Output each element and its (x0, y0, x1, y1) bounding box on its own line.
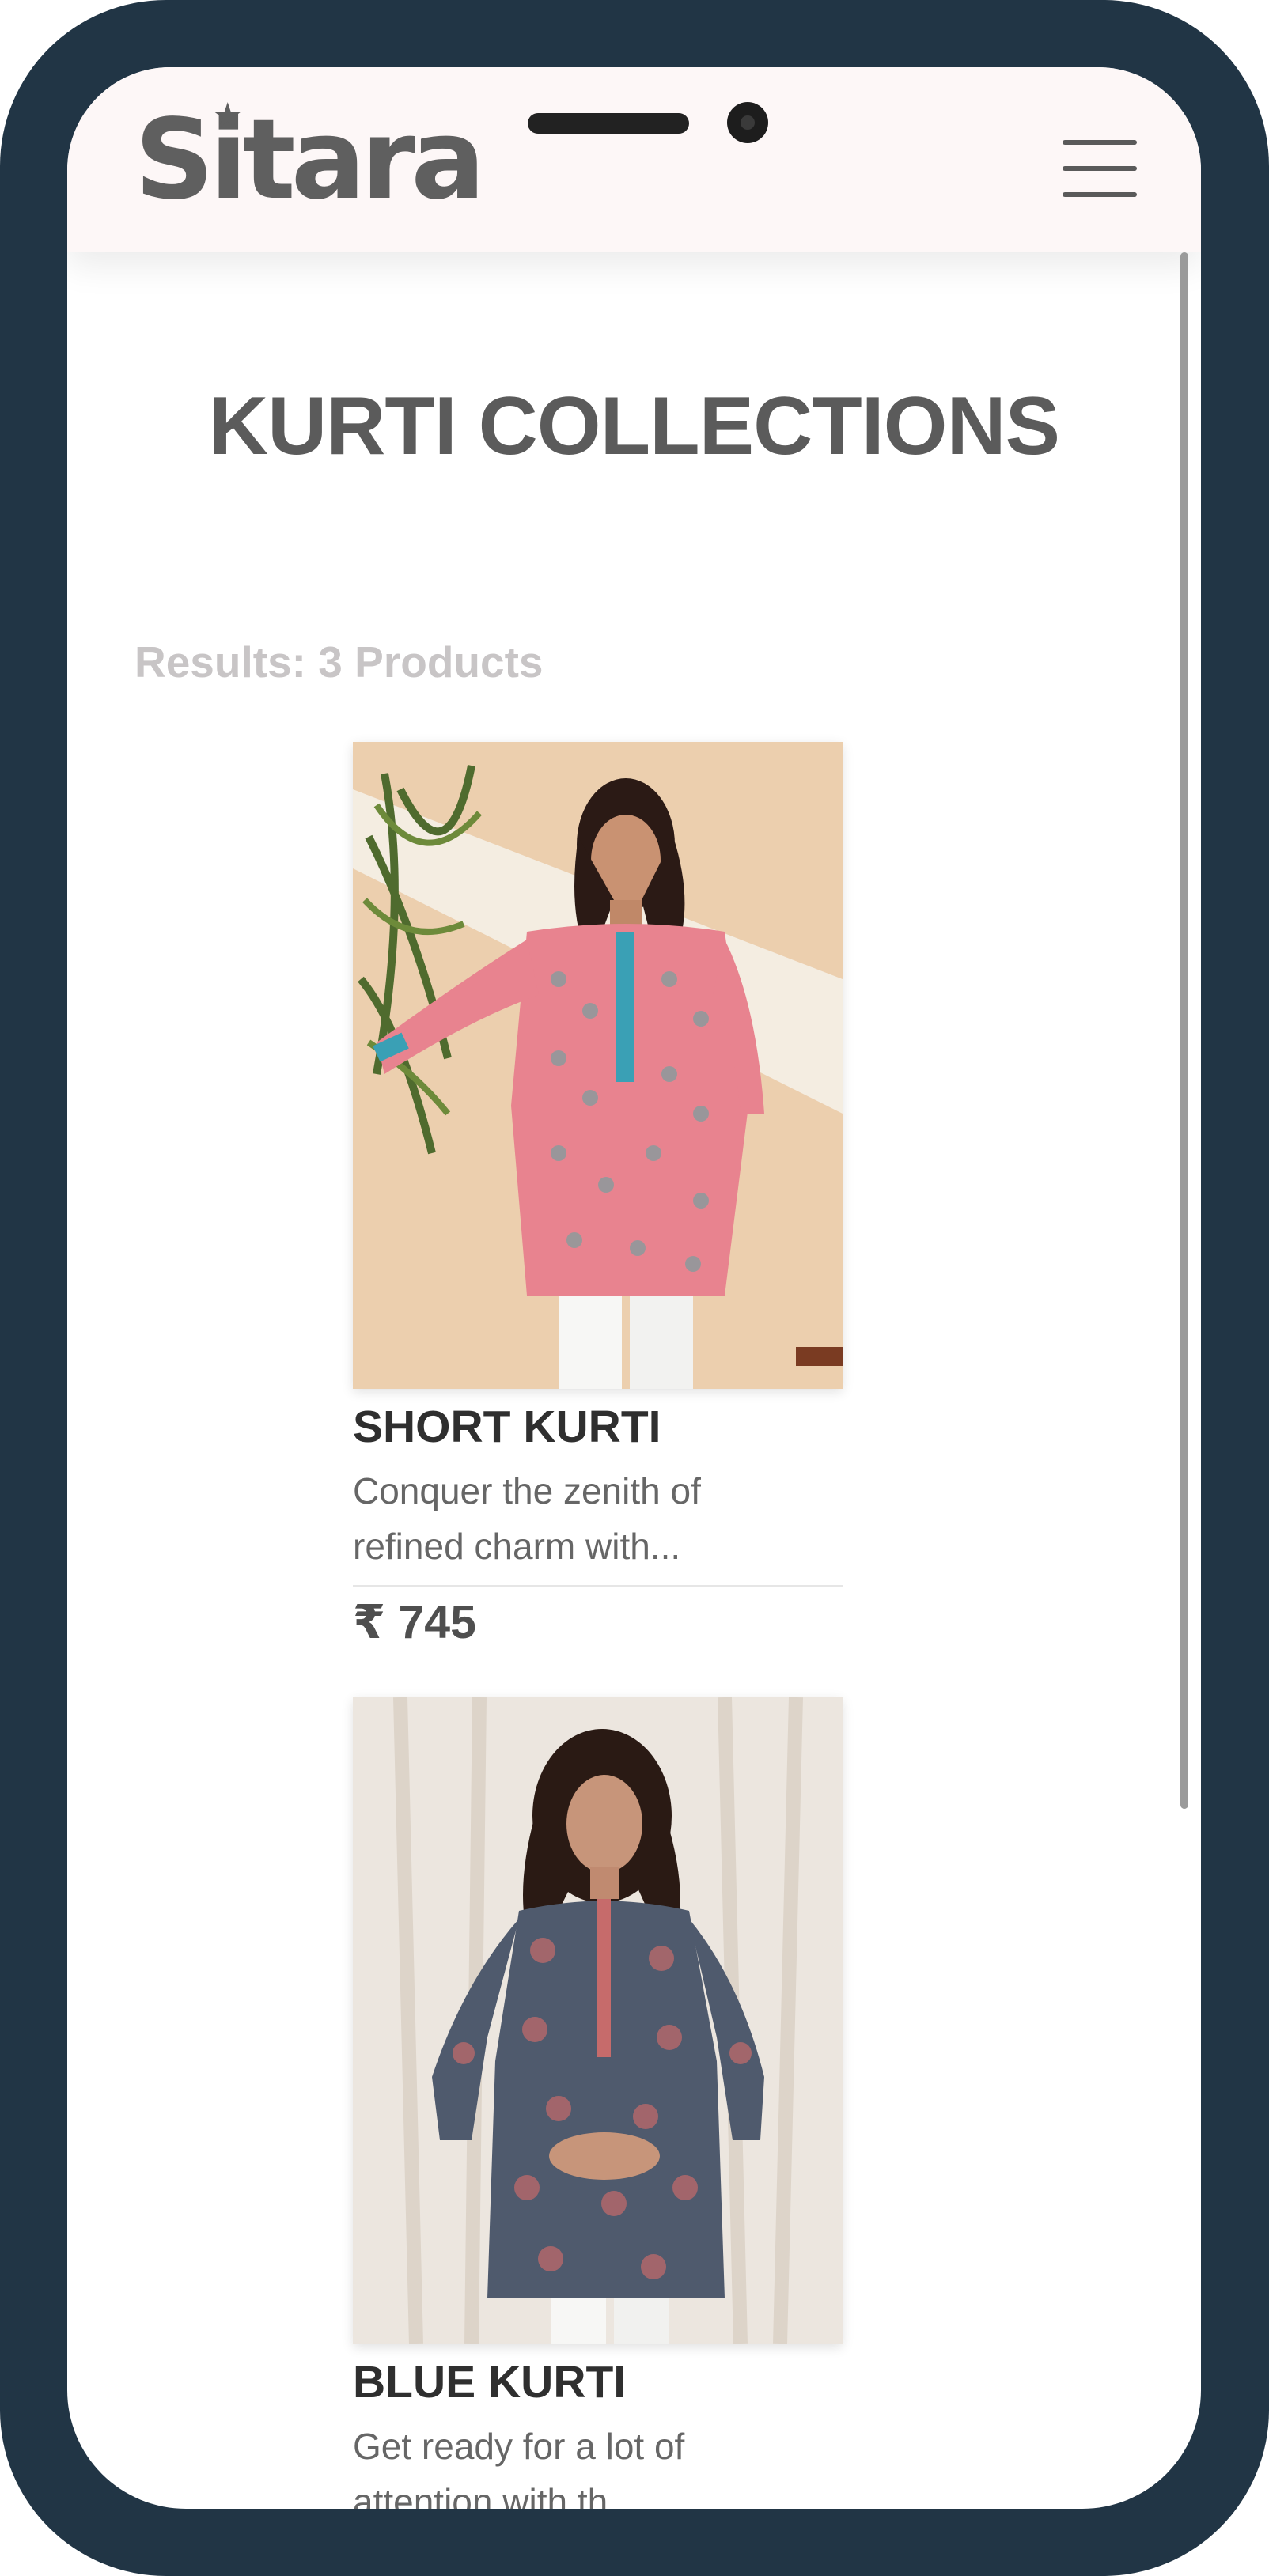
phone-screen: ★ Sitara KURTI COLLECTIONS Results: 3 Pr… (67, 67, 1201, 2509)
product-image[interactable] (353, 1697, 843, 2344)
results-count: Results: 3 Products (134, 637, 544, 687)
product-price: ₹ 745 (353, 1596, 476, 1648)
blue-kurti-photo (353, 1697, 843, 2344)
logo-text: Sitara (134, 96, 486, 225)
product-description: Get ready for a lot of attention with th… (353, 2426, 685, 2509)
phone-frame: ★ Sitara KURTI COLLECTIONS Results: 3 Pr… (0, 0, 1269, 2576)
product-card[interactable]: BLUE KURTI Get ready for a lot of attent… (353, 1697, 843, 2509)
product-image[interactable] (353, 742, 843, 1389)
sitara-logo[interactable]: ★ Sitara (134, 96, 486, 225)
product-name[interactable]: BLUE KURTI (353, 2355, 843, 2409)
product-name[interactable]: SHORT KURTI (353, 1400, 843, 1454)
menu-line-middle (1063, 166, 1137, 171)
product-description: Conquer the zenith of refined charm with… (353, 1470, 701, 1567)
product-card[interactable]: SHORT KURTI Conquer the zenith of refine… (353, 742, 843, 1649)
logo-star-icon: ★ (212, 96, 244, 135)
menu-line-bottom (1063, 192, 1137, 197)
menu-line-top (1063, 140, 1137, 145)
site-header: ★ Sitara (67, 67, 1201, 252)
product-divider (353, 1585, 843, 1587)
page-title: KURTI COLLECTIONS (209, 380, 1060, 472)
short-kurti-photo (353, 742, 843, 1389)
hamburger-menu-icon[interactable] (1063, 140, 1137, 197)
phone-speaker (528, 113, 689, 134)
page-scrollbar[interactable] (1180, 252, 1188, 1809)
phone-camera-icon (727, 102, 768, 143)
